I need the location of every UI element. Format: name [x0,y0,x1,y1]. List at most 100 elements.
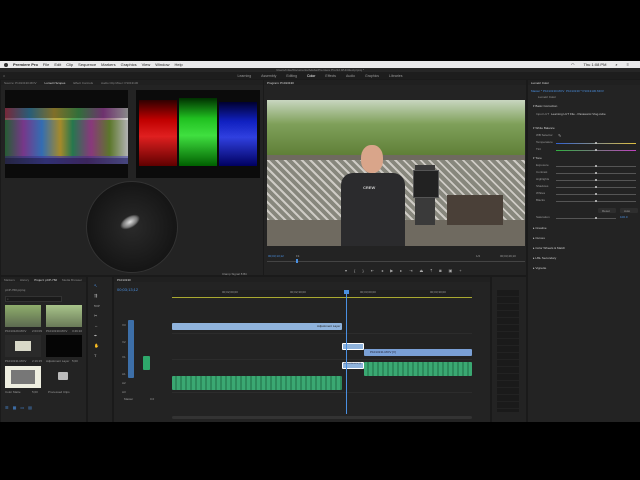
section-hsl-secondary[interactable]: ▸ HSL Secondary [533,256,556,260]
tab-effect-controls[interactable]: Effect Controls [73,81,93,85]
track-a1[interactable]: A1 [122,372,126,376]
razor-tool-icon[interactable]: ✂ [94,313,100,318]
menu-help[interactable]: Help [174,62,182,67]
track-sync-lock[interactable] [143,356,150,370]
work-area-bar[interactable] [172,297,472,298]
lift-icon[interactable]: ⏏ [420,268,424,273]
timeline-scrollbar[interactable] [172,416,472,419]
timeline-sequence-tab[interactable]: P1013130 [117,278,131,282]
clock[interactable]: Thu 1:08 PM [584,62,607,67]
track-select-icon[interactable]: ⇶ [94,293,100,298]
menu-graphics[interactable]: Graphics [121,62,137,67]
track-v2[interactable]: V2 [122,340,126,344]
track-v1[interactable]: V1 [122,355,126,359]
lumetri-clip-sequence[interactable]: P1013130 * P1013130.MOV [566,89,604,93]
menu-app-name[interactable]: Premiere Pro [13,62,38,67]
search-icon[interactable]: ⌕ [615,62,617,67]
tab-project[interactable]: Project: pCP-760 [34,278,57,282]
project-search-input[interactable]: ⌕ [5,296,62,302]
menu-edit[interactable]: Edit [54,62,61,67]
menu-file[interactable]: File [43,62,49,67]
menu-list-icon[interactable]: ≡ [627,62,629,67]
folder-icon[interactable] [58,372,68,380]
input-lut-select[interactable]: Learning LUT File - Panasonic Vlog.cube [551,112,606,116]
go-to-in-icon[interactable]: ⇤ [371,268,374,273]
program-scrub-bar[interactable] [267,261,525,262]
marker-icon[interactable]: ▾ [345,268,347,273]
tab-audio-clip-mixer[interactable]: Audio Clip Mixer: P1013130 [101,81,138,85]
highlights-knob[interactable] [595,179,597,181]
workspace-tab-editing[interactable]: Editing [286,74,297,78]
workspace-tab-learning[interactable]: Learning [238,74,252,78]
menu-clip[interactable]: Clip [66,62,73,67]
reset-button[interactable]: Reset [598,208,616,213]
lumetri-clip-master[interactable]: Master * P1013130.MOV [531,89,564,93]
whites-knob[interactable] [595,193,597,195]
section-vignette[interactable]: ▸ Vignette [533,266,546,270]
menu-markers[interactable]: Markers [101,62,115,67]
tab-markers[interactable]: Markers [4,278,15,282]
apple-icon[interactable] [4,62,8,67]
program-timecode-in[interactable]: 00;03;13;12 [268,254,284,258]
slip-tool-icon[interactable]: ↔ [94,323,100,328]
ripple-edit-icon[interactable]: ⟺ [94,303,100,308]
tint-knob[interactable] [595,149,597,151]
mark-out-icon[interactable]: } [362,268,363,273]
master-value[interactable]: 0.0 [150,397,154,401]
playhead-handle[interactable] [344,290,349,294]
project-thumb-4[interactable] [46,335,82,357]
menu-sequence[interactable]: Sequence [78,62,96,67]
hand-tool-icon[interactable]: ✋ [94,343,100,348]
workspace-tab-assembly[interactable]: Assembly [261,74,276,78]
tab-media-browser[interactable]: Media Browser [62,278,82,282]
step-back-icon[interactable]: ◂ [381,268,383,273]
home-icon[interactable]: ⌂ [3,74,5,78]
tab-source[interactable]: Source: P1013130.MOV [4,81,37,85]
eyedropper-icon[interactable]: ✎ [558,133,561,138]
menu-view[interactable]: View [142,62,151,67]
adjustment-layer-clip[interactable]: Adjustment Layer [172,323,342,330]
mark-in-icon[interactable]: { [354,268,355,273]
section-color-wheels[interactable]: ▸ Color Wheels & Match [533,246,565,250]
audio-clip-a[interactable] [172,376,342,390]
tone-header[interactable]: ▾ Tone [533,156,542,160]
program-fit[interactable]: Fit [296,254,299,258]
timeline-timecode[interactable]: 00;03;13;12 [117,287,138,292]
type-tool-icon[interactable]: T [94,353,100,358]
workspace-tab-color[interactable]: Color [307,74,315,78]
extract-icon[interactable]: ⤒ [430,268,432,273]
tab-history[interactable]: History [20,278,29,282]
icon-view-icon[interactable]: ▦ [13,405,17,410]
program-title[interactable]: Program: P1013130 [267,81,294,85]
new-bin-icon[interactable]: ▭ [20,405,24,410]
track-a2[interactable]: A2 [122,381,126,385]
exposure-knob[interactable] [595,165,597,167]
wifi-icon[interactable]: ◠ [571,62,575,67]
v1-clip-b[interactable]: P1013131.MOV [V] [364,349,472,356]
project-thumb-2[interactable] [46,305,82,327]
basic-correction-header[interactable]: ▾ Basic Correction [533,104,557,108]
workspace-tab-graphics[interactable]: Graphics [365,74,379,78]
shadows-knob[interactable] [595,186,597,188]
compare-icon[interactable]: ▣ [449,268,453,273]
project-thumb-1[interactable] [5,305,41,327]
saturation-slider[interactable] [556,218,616,219]
track-a3[interactable]: A3 [122,390,126,394]
saturation-value[interactable]: 100.0 [620,215,628,219]
tab-lumetri-scopes[interactable]: Lumetri Scopes [45,81,66,85]
pen-tool-icon[interactable]: ✒ [94,333,100,338]
track-targeting-column[interactable] [128,320,134,378]
timeline-playhead[interactable] [346,292,347,414]
section-creative[interactable]: ▸ Creative [533,226,547,230]
selection-tool-icon[interactable]: ↖ [94,283,100,288]
contrast-knob[interactable] [595,172,597,174]
audio-clip-b[interactable] [364,362,472,376]
track-v3[interactable]: V3 [122,323,126,327]
project-thumb-3[interactable] [5,335,41,357]
program-playhead[interactable] [296,259,298,263]
add-button-icon[interactable]: + [459,268,461,273]
list-view-icon[interactable]: ☰ [5,405,9,410]
lumetri-title[interactable]: Lumetri Color [531,81,549,85]
new-item-icon[interactable]: ▤ [28,405,32,410]
go-to-out-icon[interactable]: ⇥ [409,268,412,273]
